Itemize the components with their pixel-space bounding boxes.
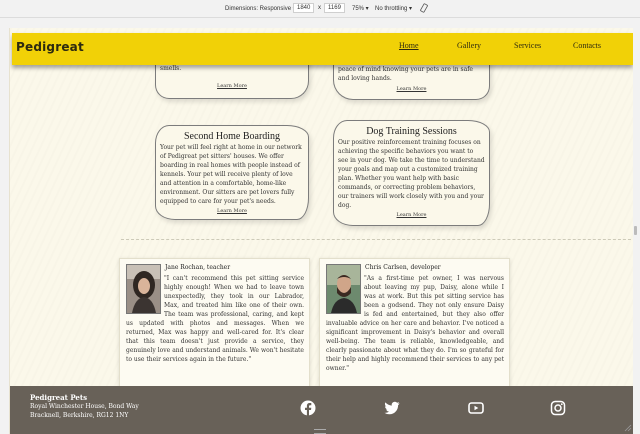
nav-gallery[interactable]: Gallery [457, 41, 481, 50]
corner-resize-icon[interactable] [624, 424, 632, 432]
height-input[interactable]: 1169 [324, 3, 345, 13]
footer-title: Pedigreat Pets [30, 393, 88, 402]
service-title: Second Home Boarding [183, 131, 281, 142]
site-header: Pedigreat Home Gallery Services Contacts [12, 33, 633, 65]
dimension-separator: x [318, 5, 321, 11]
section-divider [121, 239, 633, 240]
service-text: Our positive reinforcement training focu… [338, 139, 485, 209]
side-resize-handle[interactable] [634, 226, 637, 235]
learn-more-link[interactable]: Learn More [156, 83, 308, 89]
testimonial-card: Jane Rochan, teacher "I can't recommend … [119, 258, 310, 400]
youtube-icon[interactable] [468, 400, 484, 416]
facebook-icon[interactable] [300, 400, 316, 416]
service-card-training: Dog Training Sessions Our positive reinf… [333, 120, 490, 226]
service-card-text: peace of mind knowing your pets are in s… [338, 66, 473, 82]
service-text: Your pet will feel right at home in our … [160, 144, 302, 205]
nav-home[interactable]: Home [399, 41, 419, 50]
page-viewport: Pedigreat Home Gallery Services Contacts… [9, 28, 633, 434]
learn-more-link[interactable]: Learn More [334, 86, 489, 92]
bottom-resize-handle[interactable] [314, 429, 326, 434]
testimonial-author: Jane Rochan, teacher [165, 264, 231, 271]
learn-more-link[interactable]: Learn More [334, 212, 489, 218]
brand-logo[interactable]: Pedigreat [16, 40, 84, 54]
service-title: Dog Training Sessions [366, 126, 457, 137]
rotate-icon[interactable] [419, 3, 429, 13]
testimonial-quote: "I can't recommend this pet sitting serv… [126, 275, 304, 363]
twitter-icon[interactable] [384, 400, 400, 416]
testimonial-quote: "As a first-time pet owner, I was nervou… [326, 275, 504, 372]
nav-services[interactable]: Services [514, 41, 541, 50]
instagram-icon[interactable] [550, 400, 566, 416]
address-line-2: Bracknell, Berkshire, RG12 1NY [30, 412, 129, 419]
nav-contacts[interactable]: Contacts [573, 41, 601, 50]
dimensions-dropdown[interactable]: Dimensions: Responsive ▾ [225, 5, 296, 12]
footer-address: Royal Winchester House, Bond Way Brackne… [30, 402, 160, 420]
testimonial-card: Chris Carlsen, developer "As a first-tim… [319, 258, 510, 400]
testimonial-author: Chris Carlsen, developer [365, 264, 441, 271]
throttle-dropdown[interactable]: No throttling ▾ [375, 5, 412, 12]
address-line-1: Royal Winchester House, Bond Way [30, 403, 139, 410]
learn-more-link[interactable]: Learn More [156, 208, 308, 214]
service-card-boarding: Second Home Boarding Your pet will feel … [155, 125, 309, 220]
site-footer: Pedigreat Pets Royal Winchester House, B… [10, 386, 633, 434]
zoom-dropdown[interactable]: 75% ▾ [352, 5, 369, 12]
devtools-toolbar: Dimensions: Responsive ▾ 1840 x 1169 75%… [0, 0, 640, 18]
width-input[interactable]: 1840 [293, 3, 315, 13]
